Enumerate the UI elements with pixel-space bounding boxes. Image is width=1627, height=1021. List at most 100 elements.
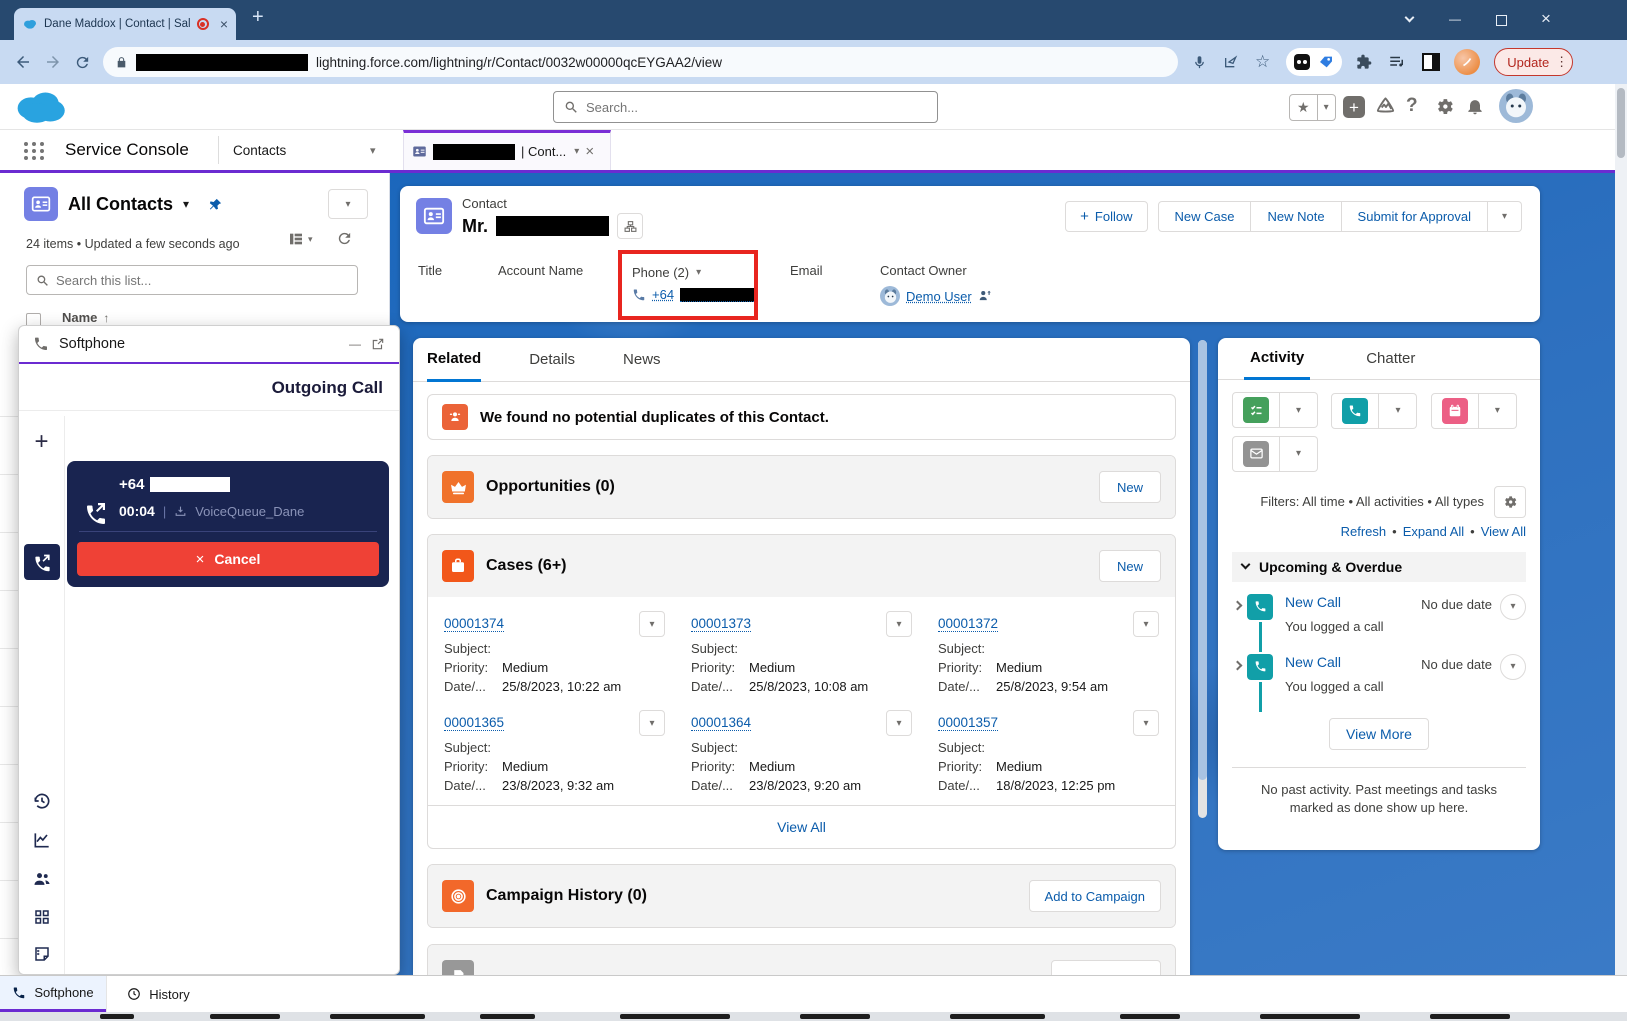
notes-icon[interactable]: [33, 945, 51, 963]
stats-chart-icon[interactable]: [32, 830, 52, 850]
pin-list-button[interactable]: [199, 189, 231, 219]
activity-title-link[interactable]: New Call: [1285, 654, 1341, 670]
browser-scrollbar-thumb[interactable]: [1617, 88, 1625, 158]
case-row-dropdown[interactable]: ▾: [639, 710, 665, 736]
case-row-dropdown[interactable]: ▾: [1133, 710, 1159, 736]
global-search-box[interactable]: [553, 91, 938, 123]
contrast-extension-icon[interactable]: [1422, 53, 1440, 71]
puzzle-extensions-icon[interactable]: [1356, 54, 1372, 70]
browser-scrollbar[interactable]: [1615, 84, 1627, 975]
view-more-button[interactable]: View More: [1329, 718, 1429, 750]
favorites-dropdown-icon[interactable]: ▾: [1318, 102, 1335, 113]
case-row-dropdown[interactable]: ▾: [1133, 611, 1159, 637]
log-a-call-button[interactable]: [1331, 393, 1379, 429]
new-task-button[interactable]: [1232, 392, 1280, 428]
partial-card-button[interactable]: [1051, 960, 1161, 975]
refresh-list-icon[interactable]: [336, 230, 353, 247]
dialpad-grid-icon[interactable]: [33, 908, 51, 926]
opportunities-title[interactable]: Opportunities (0): [486, 478, 615, 496]
softphone-header[interactable]: Softphone —: [19, 326, 399, 364]
case-number-link[interactable]: 00001357: [938, 715, 998, 731]
tab-news[interactable]: News: [623, 351, 661, 368]
bookmark-star-icon[interactable]: ☆: [1255, 52, 1270, 72]
name-column-header[interactable]: Name: [62, 310, 97, 325]
refresh-link[interactable]: Refresh: [1341, 524, 1387, 539]
favorites-button-group[interactable]: ★ ▾: [1289, 94, 1336, 121]
owner-name-link[interactable]: Demo User: [906, 289, 972, 304]
new-note-button[interactable]: New Note: [1251, 201, 1341, 232]
submit-for-approval-button[interactable]: Submit for Approval: [1342, 201, 1488, 232]
url-bar[interactable]: lightning.force.com/lightning/r/Contact/…: [103, 47, 1178, 77]
expand-all-link[interactable]: Expand All: [1403, 524, 1464, 539]
back-icon[interactable]: [10, 49, 36, 75]
profile-avatar[interactable]: [1454, 49, 1480, 75]
minimize-panel-icon[interactable]: —: [349, 337, 361, 351]
view-all-link[interactable]: View All: [1481, 524, 1526, 539]
case-row-dropdown[interactable]: ▾: [886, 710, 912, 736]
case-number-link[interactable]: 00001365: [444, 715, 504, 731]
update-button[interactable]: Update ⋮: [1494, 48, 1573, 76]
case-row-dropdown[interactable]: ▾: [639, 611, 665, 637]
tab-related[interactable]: Related: [427, 339, 481, 382]
share-icon[interactable]: [1223, 54, 1239, 70]
reload-icon[interactable]: [70, 50, 95, 75]
new-tab-button[interactable]: +: [252, 6, 264, 29]
list-view-dropdown-icon[interactable]: ▾: [183, 197, 189, 211]
tab-search-icon[interactable]: [1405, 13, 1415, 23]
popout-icon[interactable]: [371, 337, 385, 351]
trailhead-icon[interactable]: [1374, 95, 1397, 118]
utility-history-tab[interactable]: History: [106, 976, 210, 1012]
activity-title-link[interactable]: New Call: [1285, 594, 1341, 610]
workspace-tab-contact[interactable]: | Cont... ▾ ×: [403, 130, 611, 170]
case-number-link[interactable]: 00001373: [691, 616, 751, 632]
expand-item-icon[interactable]: [1233, 600, 1243, 610]
cancel-call-button[interactable]: × Cancel: [77, 542, 379, 576]
favorite-star-icon[interactable]: ★: [1290, 95, 1318, 120]
expand-item-icon[interactable]: [1233, 660, 1243, 670]
contacts-directory-icon[interactable]: [32, 869, 52, 889]
utility-softphone-tab[interactable]: Softphone: [0, 976, 106, 1012]
nav-tab-contacts[interactable]: Contacts: [233, 143, 286, 158]
more-actions-dropdown[interactable]: ▾: [1488, 201, 1522, 232]
activity-item-dropdown[interactable]: ▾: [1500, 594, 1526, 620]
new-event-dropdown[interactable]: ▾: [1479, 393, 1517, 429]
outgoing-call-tab-icon[interactable]: [24, 544, 60, 580]
window-maximize-icon[interactable]: [1496, 15, 1507, 26]
log-a-call-dropdown[interactable]: ▾: [1379, 393, 1417, 429]
contacts-tab-dropdown-icon[interactable]: ▾: [370, 144, 376, 157]
cases-view-all-link[interactable]: View All: [777, 819, 826, 835]
upcoming-overdue-header[interactable]: Upcoming & Overdue: [1232, 552, 1526, 582]
case-number-link[interactable]: 00001374: [444, 616, 504, 632]
opportunities-new-button[interactable]: New: [1099, 471, 1161, 503]
case-row-dropdown[interactable]: ▾: [886, 611, 912, 637]
change-owner-icon[interactable]: [978, 289, 992, 303]
campaign-title[interactable]: Campaign History (0): [486, 887, 647, 905]
user-avatar[interactable]: [1499, 89, 1533, 123]
quick-create-icon[interactable]: +: [1343, 96, 1365, 118]
app-launcher-waffle-icon[interactable]: [24, 142, 45, 160]
email-dropdown[interactable]: ▾: [1280, 436, 1318, 472]
browser-tab[interactable]: Dane Maddox | Contact | Sal ×: [14, 8, 236, 40]
forward-icon[interactable]: [40, 49, 66, 75]
new-event-button[interactable]: [1431, 393, 1479, 429]
mic-icon[interactable]: [1192, 55, 1207, 70]
case-number-link[interactable]: 00001364: [691, 715, 751, 731]
call-history-icon[interactable]: [32, 791, 52, 811]
workspace-tab-close-icon[interactable]: ×: [585, 143, 594, 160]
notifications-bell-icon[interactable]: [1465, 96, 1485, 116]
playlist-icon[interactable]: [1388, 53, 1406, 71]
activity-filter-gear-button[interactable]: [1494, 486, 1526, 518]
new-task-dropdown[interactable]: ▾: [1280, 392, 1318, 428]
tab-chatter[interactable]: Chatter: [1366, 350, 1415, 367]
case-number-link[interactable]: 00001372: [938, 616, 998, 632]
add-call-icon[interactable]: +: [19, 428, 64, 456]
email-button[interactable]: [1232, 436, 1280, 472]
tab-close-icon[interactable]: ×: [220, 16, 228, 32]
new-case-button[interactable]: New Case: [1158, 201, 1252, 232]
help-icon[interactable]: ?: [1406, 95, 1418, 117]
section-collapse-icon[interactable]: [1241, 560, 1251, 570]
tab-details[interactable]: Details: [529, 351, 575, 368]
org-chart-button[interactable]: [617, 213, 643, 239]
window-minimize-icon[interactable]: —: [1449, 12, 1461, 26]
workspace-tab-dropdown-icon[interactable]: ▾: [574, 146, 579, 157]
